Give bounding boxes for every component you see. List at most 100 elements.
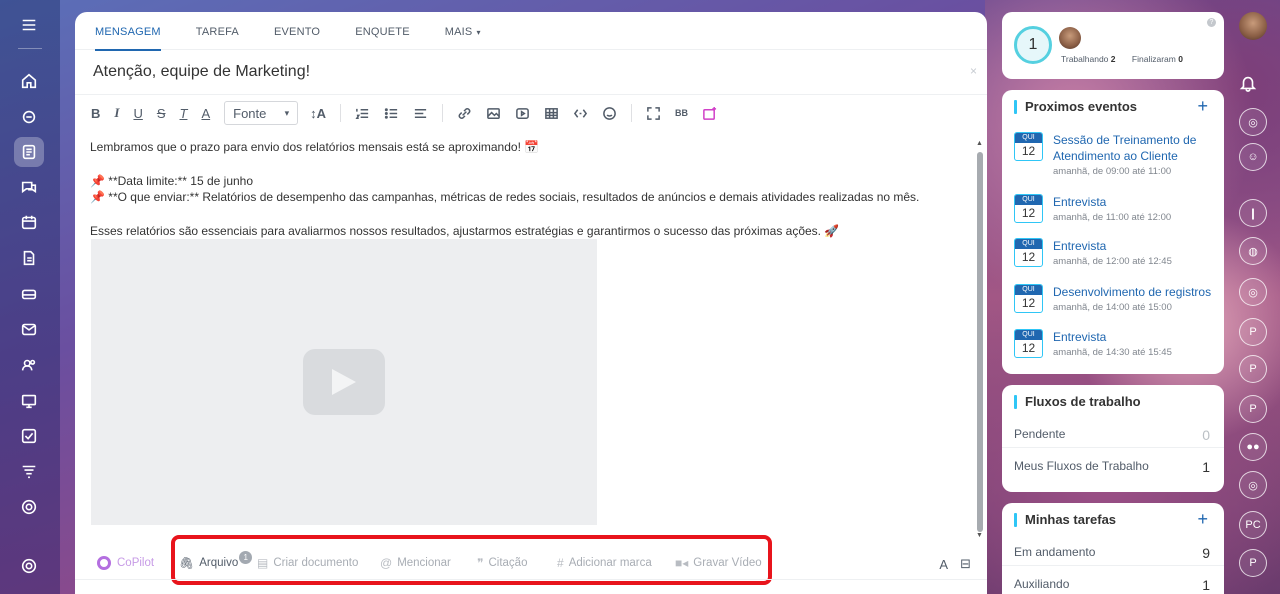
tab-enquete[interactable]: ENQUETE (355, 12, 410, 50)
bullet-list-icon[interactable] (384, 103, 399, 123)
copilot-icon (97, 556, 111, 570)
filter-icon[interactable] (14, 456, 44, 486)
task-row-em-andamento[interactable]: Em andamento 9 (1014, 545, 1210, 561)
home-icon[interactable] (14, 66, 44, 96)
contacts-icon[interactable] (14, 350, 44, 380)
status-ring[interactable]: 1 (1014, 26, 1052, 64)
toolbar-divider (442, 104, 444, 122)
clear-format-button[interactable]: T (180, 103, 188, 123)
calendar-icon[interactable] (14, 207, 44, 237)
font-select[interactable]: Fonte ▾ (224, 101, 299, 125)
text-format-icon[interactable]: A (939, 557, 948, 572)
video-embed[interactable] (91, 239, 597, 525)
profile-p-icon[interactable]: P (1239, 549, 1267, 577)
avatar[interactable] (1059, 27, 1081, 49)
profile-p-icon[interactable]: P (1239, 395, 1267, 423)
scroll-down-icon[interactable]: ▼ (976, 532, 983, 539)
event-item[interactable]: QUI 12 Entrevista amanhã, de 11:00 até 12:… (1014, 194, 1171, 223)
add-event-button[interactable]: + (1197, 96, 1208, 117)
menu-icon[interactable] (14, 10, 44, 40)
bbcode-icon[interactable]: BB (675, 103, 688, 123)
numbered-list-icon[interactable] (355, 103, 370, 123)
mail-icon[interactable] (14, 314, 44, 344)
align-icon[interactable] (413, 103, 428, 123)
font-size-button[interactable]: ↕A (310, 103, 326, 123)
event-time: amanhã, de 14:30 até 15:45 (1053, 347, 1172, 358)
tab-mais[interactable]: MAIS ▾ (445, 12, 481, 50)
news-icon[interactable] (14, 137, 44, 167)
tab-evento[interactable]: EVENTO (274, 12, 320, 50)
help-icon[interactable]: ? (1207, 18, 1216, 27)
left-sidebar (0, 0, 60, 594)
table-icon[interactable] (544, 103, 559, 123)
panel-icon[interactable]: ⊟ (960, 556, 971, 572)
document-icon[interactable] (14, 243, 44, 273)
event-time: amanhã, de 12:00 até 12:45 (1053, 256, 1172, 267)
chat-icon[interactable] (14, 172, 44, 202)
event-item[interactable]: QUI 12 Sessão de Treinamento de Atendimen… (1014, 132, 1203, 177)
text-color-button[interactable]: A (201, 103, 210, 123)
tasks-icon[interactable] (14, 421, 44, 451)
profile-p-icon[interactable]: P (1239, 318, 1267, 346)
bookmark-icon[interactable]: ❙ (1239, 199, 1267, 227)
emoji-icon[interactable] (602, 103, 617, 123)
event-title: Desenvolvimento de registros (1053, 285, 1212, 299)
tasks-header: Minhas tarefas + (1002, 503, 1224, 536)
goals-icon[interactable] (14, 492, 44, 522)
play-icon[interactable] (303, 349, 385, 415)
task-row-auxiliando[interactable]: Auxiliando 1 (1014, 577, 1210, 593)
close-icon[interactable]: × (970, 64, 977, 78)
message-line: 📌 **Data limite:** 15 de junho (90, 173, 254, 188)
strikethrough-button[interactable]: S (157, 103, 166, 123)
tab-mensagem[interactable]: MENSAGEM (95, 12, 161, 51)
tab-tarefa[interactable]: TAREFA (196, 12, 239, 50)
code-icon[interactable] (573, 103, 588, 123)
scrollbar[interactable] (977, 152, 983, 532)
sites-icon[interactable] (14, 386, 44, 416)
target-icon[interactable]: ◎ (1239, 471, 1267, 499)
workflow-row-pendente[interactable]: Pendente 0 (1014, 427, 1210, 443)
row-label: Pendente (1014, 427, 1066, 441)
link-icon[interactable] (457, 103, 472, 123)
underline-button[interactable]: U (133, 103, 142, 123)
world-icon[interactable]: ◍ (1239, 237, 1267, 265)
events-widget: Proximos eventos + QUI 12 Sessão de Trein… (1002, 90, 1224, 374)
toolbar-divider (340, 104, 342, 122)
user-avatar[interactable] (1239, 12, 1267, 40)
bell-icon[interactable] (1239, 74, 1267, 102)
settings-icon[interactable] (14, 551, 44, 581)
bold-button[interactable]: B (91, 103, 100, 123)
image-icon[interactable] (486, 103, 501, 123)
format-toolbar: B I U S T A Fonte ▾ ↕A BB (75, 95, 987, 131)
italic-button[interactable]: I (114, 103, 119, 123)
event-date: 12 (1021, 341, 1036, 355)
workflows-widget: Fluxos de trabalho Pendente 0 Meus Fluxo… (1002, 385, 1224, 492)
target-icon[interactable]: ◎ (1239, 278, 1267, 306)
tab-mais-label: MAIS (444, 25, 473, 38)
calendar-date-icon: QUI 12 (1014, 132, 1043, 161)
copilot-button[interactable]: CoPilot (97, 556, 154, 570)
row-label: Em andamento (1014, 545, 1096, 559)
video-icon[interactable] (515, 103, 530, 123)
chevron-down-icon: ▾ (476, 27, 481, 37)
fullscreen-icon[interactable] (646, 103, 661, 123)
drive-icon[interactable] (14, 279, 44, 309)
event-item[interactable]: QUI 12 Entrevista amanhã, de 12:00 até 12:… (1014, 238, 1172, 267)
chevron-down-icon: ▾ (284, 107, 290, 118)
profile-pc-icon[interactable]: PC (1239, 511, 1267, 539)
workflow-row-meus-fluxos[interactable]: Meus Fluxos de Trabalho 1 (1014, 459, 1210, 475)
post-title-input[interactable]: Atenção, equipe de Marketing! (93, 63, 310, 81)
feed-icon[interactable] (14, 102, 44, 132)
copilot-image-icon[interactable] (702, 103, 717, 123)
add-task-button[interactable]: + (1197, 509, 1208, 530)
group-icon[interactable]: ●● (1239, 433, 1267, 461)
event-item[interactable]: QUI 12 Desenvolvimento de registros amanhã… (1014, 284, 1211, 313)
event-title: Entrevista (1053, 239, 1107, 253)
profile-p-icon[interactable]: P (1239, 355, 1267, 383)
chat-bubble-icon[interactable]: ☺ (1239, 143, 1267, 171)
events-header: Proximos eventos + (1002, 90, 1224, 123)
event-item[interactable]: QUI 12 Entrevista amanhã, de 14:30 até 15:… (1014, 329, 1172, 358)
scroll-up-icon[interactable]: ▲ (976, 140, 983, 147)
copilot-chat-icon[interactable]: ◎ (1239, 108, 1267, 136)
message-editor[interactable]: Lembramos que o prazo para envio dos rel… (90, 139, 970, 539)
